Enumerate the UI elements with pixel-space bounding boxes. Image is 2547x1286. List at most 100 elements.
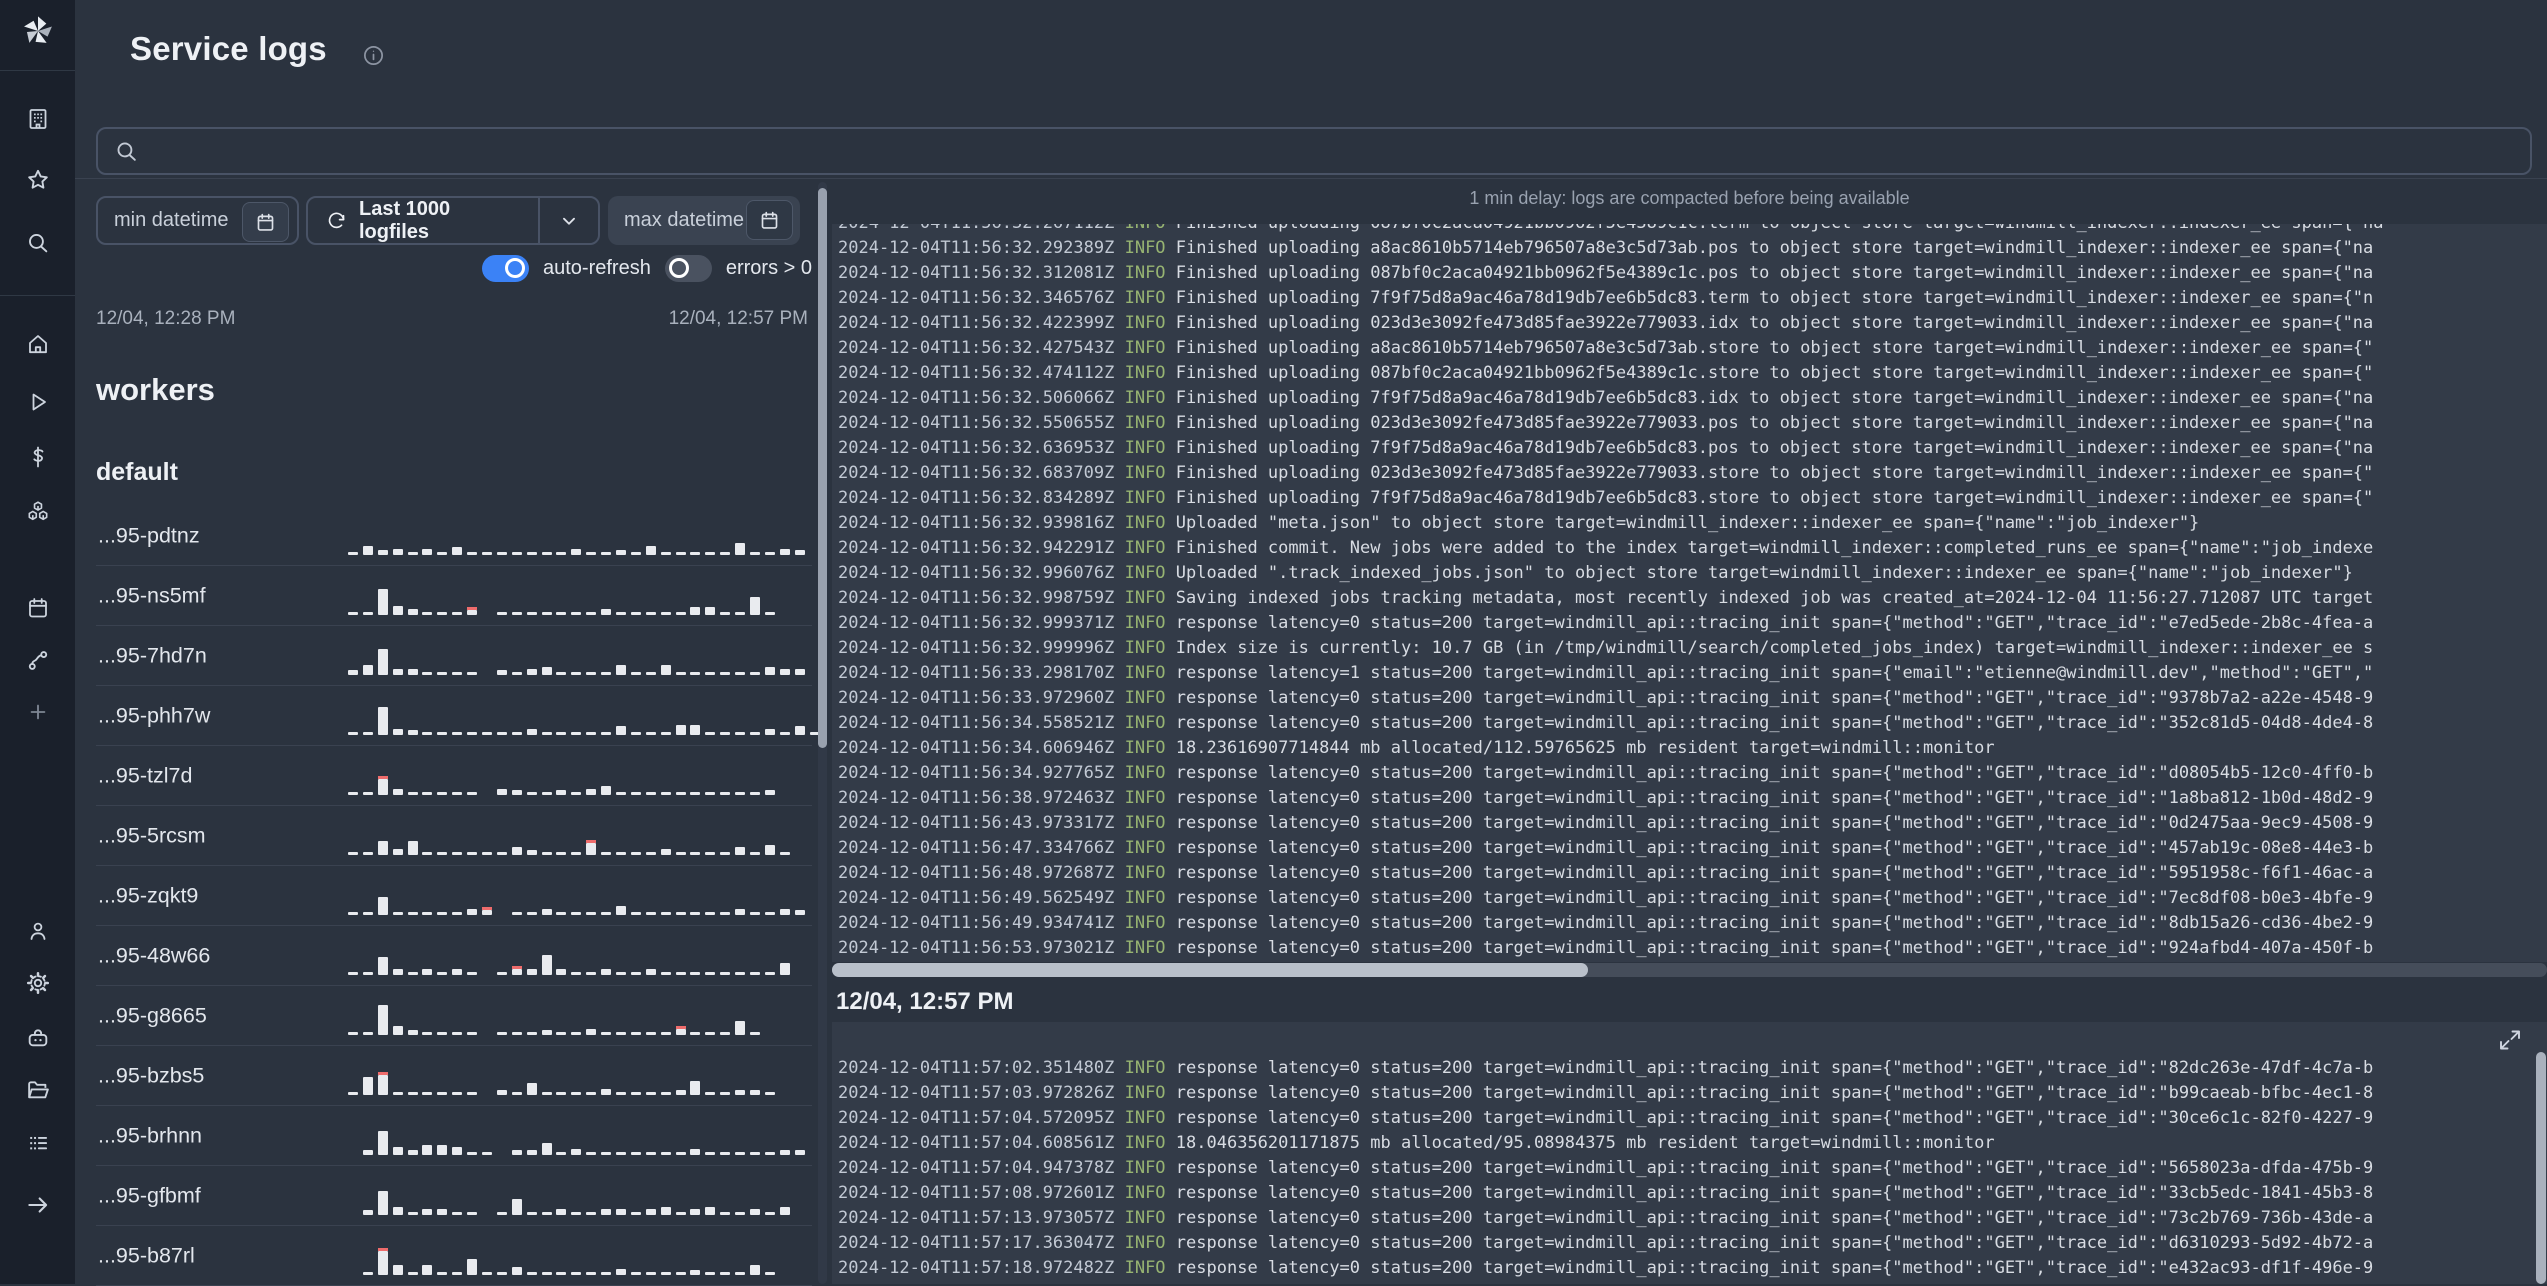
spark-bar[interactable] (750, 552, 761, 555)
audit-list-icon[interactable] (25, 1131, 50, 1156)
spark-bar[interactable] (467, 1152, 478, 1155)
spark-bar[interactable] (750, 1152, 761, 1155)
spark-bar[interactable] (794, 550, 805, 555)
spark-bar[interactable] (630, 672, 641, 675)
spark-bar[interactable] (452, 1212, 463, 1215)
spark-bar[interactable] (556, 1209, 567, 1215)
spark-bar[interactable] (660, 849, 671, 855)
spark-bar[interactable] (705, 912, 716, 915)
spark-bar[interactable] (735, 612, 746, 615)
spark-bar[interactable] (750, 1032, 761, 1035)
spark-bar[interactable] (511, 847, 522, 855)
spark-bar[interactable] (422, 792, 433, 795)
spark-bar[interactable] (392, 1026, 403, 1035)
spark-bar[interactable] (601, 786, 612, 795)
spark-bar[interactable] (496, 670, 507, 675)
spark-bar[interactable] (705, 852, 716, 855)
spark-bar[interactable] (407, 609, 418, 615)
spark-bar[interactable] (601, 1032, 612, 1035)
spark-bar[interactable] (392, 729, 403, 735)
spark-bar[interactable] (422, 1092, 433, 1095)
spark-bar[interactable] (467, 792, 478, 795)
spark-bar[interactable] (660, 1272, 671, 1275)
spark-bar[interactable] (526, 1083, 537, 1095)
spark-bar[interactable] (571, 672, 582, 675)
settings-gear-icon[interactable] (25, 971, 50, 996)
spark-bar[interactable] (348, 912, 358, 915)
spark-bar[interactable] (779, 669, 790, 675)
spark-bar[interactable] (720, 792, 731, 795)
spark-bar[interactable] (705, 732, 716, 735)
spark-bar[interactable] (616, 1032, 627, 1035)
spark-bar[interactable] (571, 912, 582, 915)
spark-bar[interactable] (541, 1212, 552, 1215)
spark-bar[interactable] (526, 669, 537, 675)
spark-bar[interactable] (541, 955, 552, 975)
spark-bar[interactable] (407, 912, 418, 915)
spark-bar[interactable] (348, 1092, 358, 1095)
min-datetime-field[interactable]: min datetime (96, 196, 299, 245)
errors-toggle[interactable] (664, 254, 712, 282)
spark-bar[interactable] (720, 1212, 731, 1215)
spark-bar[interactable] (452, 969, 463, 975)
spark-bar[interactable] (586, 840, 597, 855)
spark-bar[interactable] (616, 1152, 627, 1155)
spark-bar[interactable] (526, 850, 537, 855)
spark-bar[interactable] (452, 1147, 463, 1155)
logfiles-chevron-button[interactable] (538, 198, 598, 243)
spark-bar[interactable] (705, 1092, 716, 1095)
spark-bar[interactable] (645, 1032, 656, 1035)
expand-panel-icon[interactable] (2498, 1028, 2522, 1052)
spark-bar[interactable] (511, 966, 522, 975)
spark-bar[interactable] (511, 1032, 522, 1035)
spark-bar[interactable] (764, 1092, 775, 1095)
spark-bar[interactable] (630, 612, 641, 615)
spark-bar[interactable] (511, 1092, 522, 1095)
spark-bar[interactable] (422, 549, 433, 555)
spark-bar[interactable] (586, 612, 597, 615)
spark-bar[interactable] (616, 726, 627, 735)
spark-bar[interactable] (422, 1265, 433, 1275)
spark-bar[interactable] (645, 912, 656, 915)
spark-bar[interactable] (511, 790, 522, 795)
spark-bar[interactable] (496, 972, 507, 975)
spark-bar[interactable] (720, 972, 731, 975)
spark-bar[interactable] (482, 1152, 493, 1155)
spark-bar[interactable] (571, 1212, 582, 1215)
spark-bar[interactable] (556, 672, 567, 675)
spark-bar[interactable] (601, 1152, 612, 1155)
spark-bar[interactable] (407, 1212, 418, 1215)
spark-bar[interactable] (601, 1089, 612, 1095)
spark-bar[interactable] (362, 1150, 373, 1155)
spark-bar[interactable] (660, 732, 671, 735)
spark-bar[interactable] (735, 847, 746, 855)
spark-bar[interactable] (496, 1272, 507, 1275)
spark-bar[interactable] (541, 552, 552, 555)
spark-bar[interactable] (407, 1092, 418, 1095)
spark-bar[interactable] (690, 1270, 701, 1275)
spark-bar[interactable] (348, 552, 358, 555)
spark-bar[interactable] (362, 792, 373, 795)
spark-bar[interactable] (437, 1032, 448, 1035)
spark-bar[interactable] (437, 1145, 448, 1155)
spark-bar[interactable] (616, 550, 627, 555)
spark-bar[interactable] (422, 1209, 433, 1215)
spark-bar[interactable] (496, 732, 507, 735)
spark-bar[interactable] (675, 1026, 686, 1035)
spark-bar[interactable] (690, 912, 701, 915)
spark-bar[interactable] (720, 672, 731, 675)
spark-bar[interactable] (735, 1272, 746, 1275)
spark-bar[interactable] (526, 729, 537, 735)
spark-bar[interactable] (630, 732, 641, 735)
spark-bar[interactable] (616, 1269, 627, 1275)
spark-bar[interactable] (482, 852, 493, 855)
log-horizontal-scrollbar-thumb[interactable] (832, 963, 1588, 977)
spark-bar[interactable] (377, 1191, 388, 1215)
spark-bar[interactable] (437, 1092, 448, 1095)
spark-bar[interactable] (392, 1207, 403, 1215)
spark-bar[interactable] (467, 852, 478, 855)
spark-bar[interactable] (735, 1021, 746, 1035)
spark-bar[interactable] (779, 549, 790, 555)
spark-bar[interactable] (511, 732, 522, 735)
spark-bar[interactable] (690, 972, 701, 975)
